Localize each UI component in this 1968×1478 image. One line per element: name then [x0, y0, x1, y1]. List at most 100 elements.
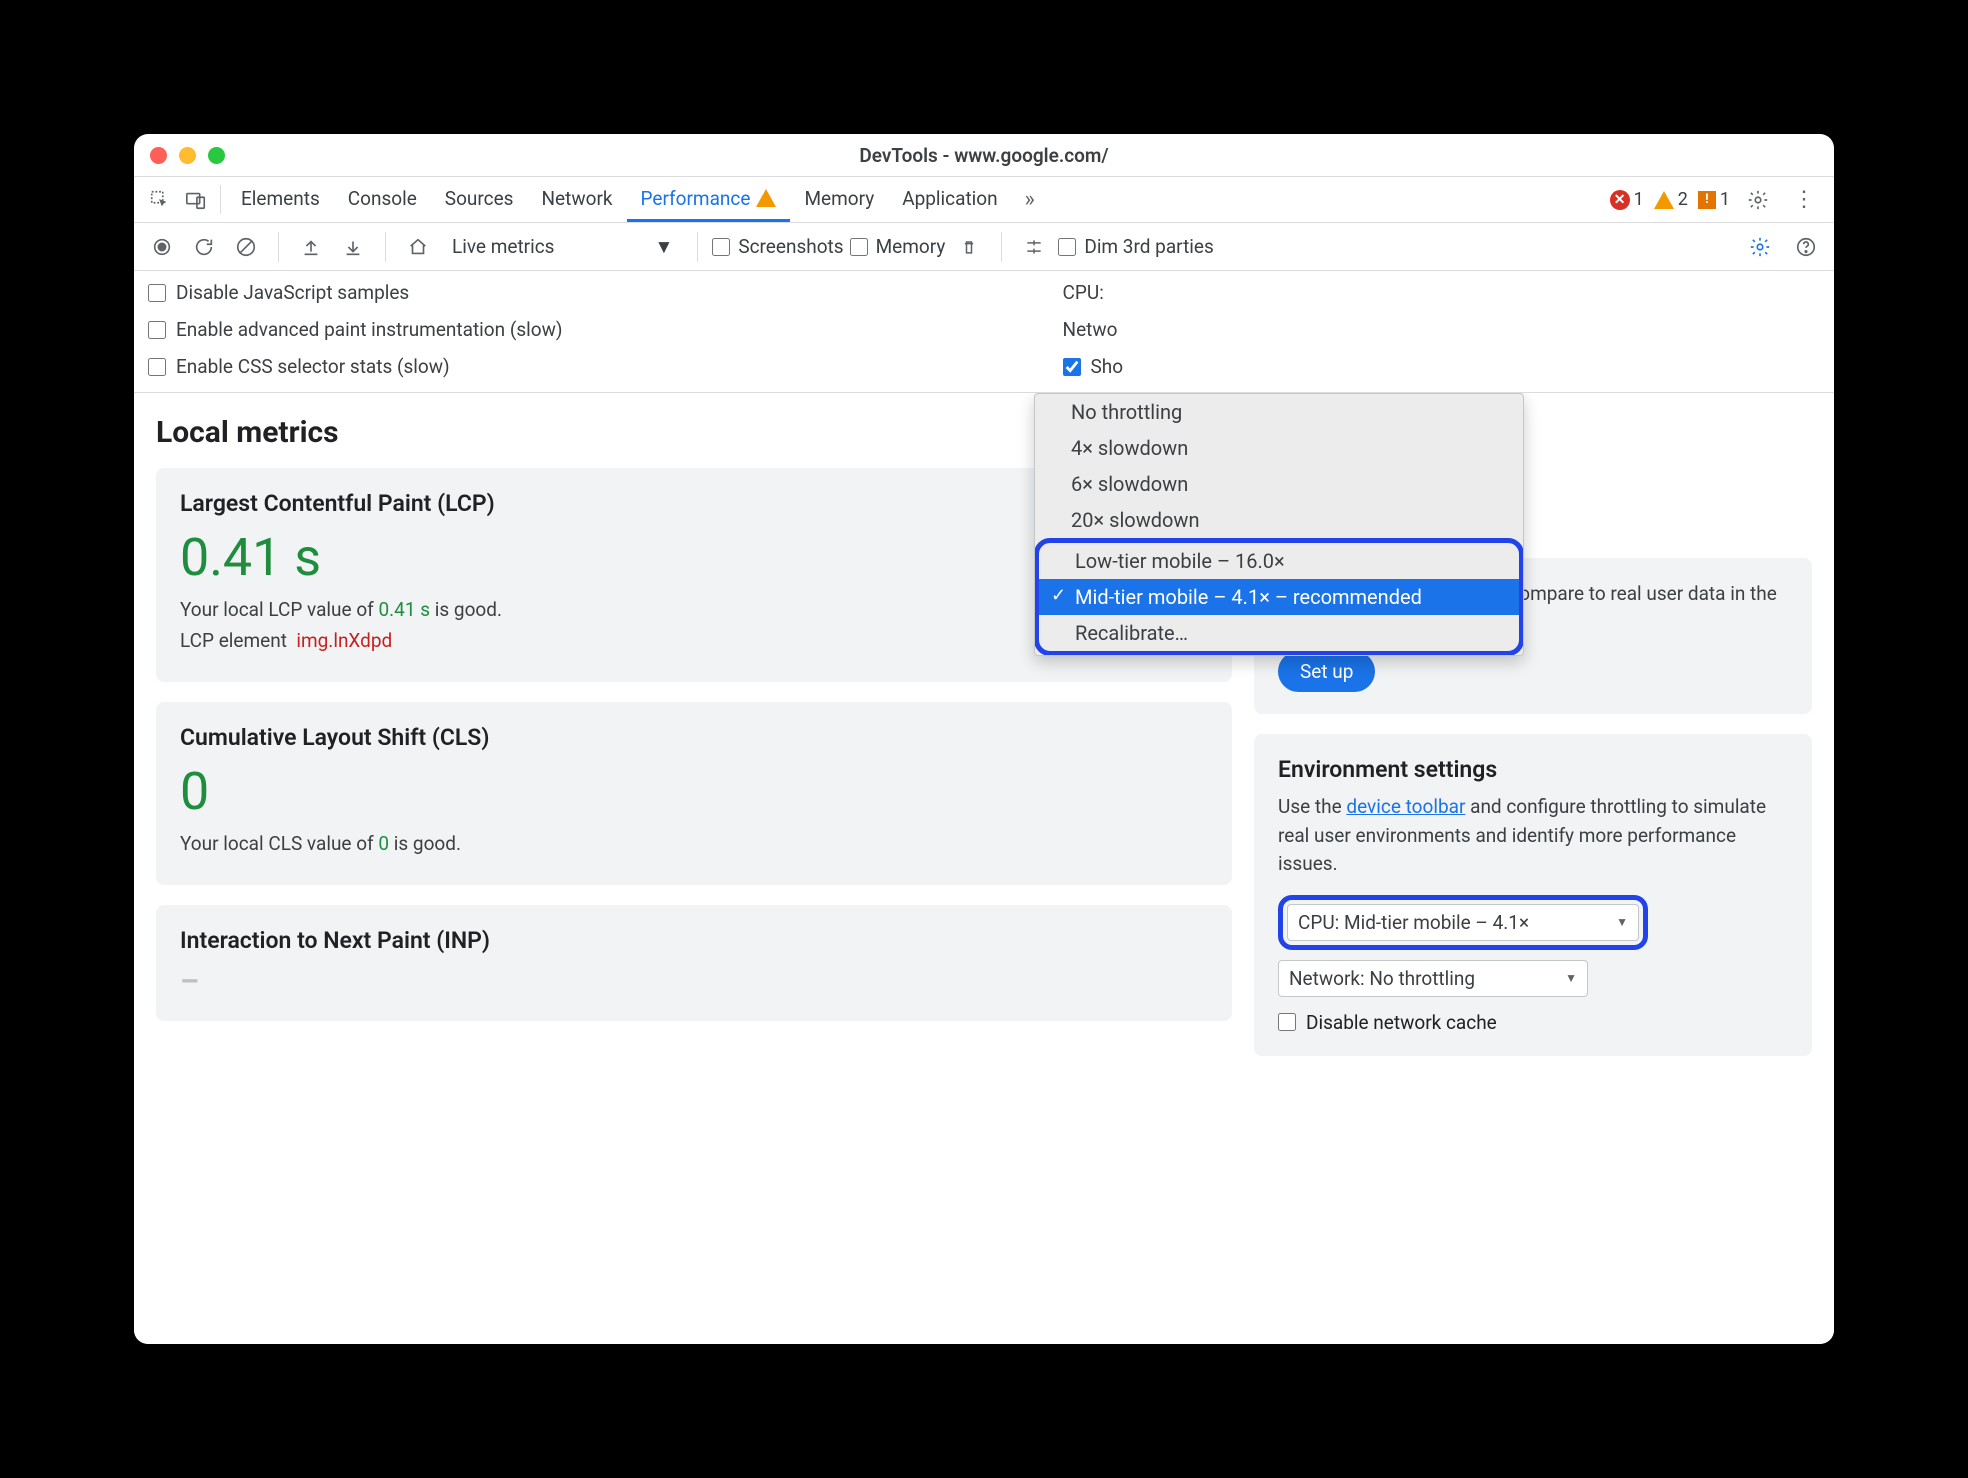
lcp-desc-value: 0.41 s: [378, 598, 430, 621]
setup-button[interactable]: Set up: [1278, 651, 1375, 692]
home-icon[interactable]: [400, 223, 436, 270]
shortcuts-icon[interactable]: [1016, 223, 1052, 270]
tabs-right: ✕ 1 2 ! 1 ⋮: [1610, 177, 1826, 222]
css-stats-input[interactable]: [148, 358, 166, 376]
tab-elements[interactable]: Elements: [227, 177, 334, 222]
environment-settings-card: Environment settings Use the device tool…: [1254, 734, 1812, 1056]
issue-icon: !: [1698, 191, 1716, 209]
warning-icon: [1654, 191, 1674, 209]
capture-settings-gear-icon[interactable]: [1742, 236, 1778, 258]
network-throttling-select[interactable]: Network: No throttling ▼: [1278, 960, 1588, 997]
chevron-down-icon: ▼: [1565, 971, 1577, 985]
traffic-lights: [150, 147, 225, 164]
clear-icon[interactable]: [228, 223, 264, 270]
warning-icon: [756, 189, 776, 207]
dd-6x-slowdown[interactable]: 6× slowdown: [1035, 466, 1523, 502]
inp-title: Interaction to Next Paint (INP): [180, 927, 1208, 954]
dd-low-tier-mobile[interactable]: Low-tier mobile – 16.0×: [1039, 543, 1519, 579]
minimize-window-button[interactable]: [179, 147, 196, 164]
disable-js-input[interactable]: [148, 284, 166, 302]
tab-performance[interactable]: Performance: [627, 177, 791, 222]
memory-input[interactable]: [850, 238, 868, 256]
tab-label: Console: [348, 187, 417, 210]
device-toolbar-icon[interactable]: [178, 177, 214, 222]
close-window-button[interactable]: [150, 147, 167, 164]
cpu-throttling-select[interactable]: CPU: Mid-tier mobile – 4.1× ▼: [1287, 904, 1639, 941]
css-selector-stats-checkbox[interactable]: Enable CSS selector stats (slow): [148, 355, 563, 378]
tab-sources[interactable]: Sources: [431, 177, 528, 222]
tab-application[interactable]: Application: [888, 177, 1011, 222]
env-title: Environment settings: [1278, 756, 1788, 783]
memory-checkbox[interactable]: Memory: [850, 235, 946, 258]
screenshots-input[interactable]: [712, 238, 730, 256]
tabs-row: Elements Console Sources Network Perform…: [134, 177, 1834, 223]
help-icon[interactable]: [1788, 236, 1824, 258]
settings-gear-icon[interactable]: [1740, 177, 1776, 222]
show-option-checkbox[interactable]: Sho: [1063, 355, 1124, 378]
separator: [220, 185, 221, 214]
dim-3rd-parties-checkbox[interactable]: Dim 3rd parties: [1058, 235, 1213, 258]
cpu-select-highlight: CPU: Mid-tier mobile – 4.1× ▼: [1278, 895, 1648, 950]
window-title: DevTools - www.google.com/: [134, 144, 1834, 167]
maximize-window-button[interactable]: [208, 147, 225, 164]
perf-toolbar: Live metrics ▼ Screenshots Memory Dim 3r…: [134, 223, 1834, 271]
cpu-throttle-row: CPU:: [1063, 281, 1124, 304]
network-throttle-row: Netwo: [1063, 318, 1124, 341]
dd-recalibrate[interactable]: Recalibrate…: [1039, 615, 1519, 651]
lcp-element-label: LCP element: [180, 629, 287, 652]
inspect-element-icon[interactable]: [142, 177, 178, 222]
reload-record-icon[interactable]: [186, 223, 222, 270]
titlebar: DevTools - www.google.com/: [134, 134, 1834, 177]
screenshots-checkbox[interactable]: Screenshots: [712, 235, 843, 258]
cpu-select-value: CPU: Mid-tier mobile – 4.1×: [1298, 911, 1529, 934]
upload-profile-icon[interactable]: [293, 223, 329, 270]
dd-4x-slowdown[interactable]: 4× slowdown: [1035, 430, 1523, 466]
tab-label: Elements: [241, 187, 320, 210]
cpu-label: CPU:: [1063, 281, 1104, 304]
gc-icon[interactable]: [951, 223, 987, 270]
dropdown-highlight-ring: Low-tier mobile – 16.0× Mid-tier mobile …: [1034, 538, 1524, 656]
more-tabs-icon[interactable]: »: [1012, 177, 1048, 222]
adv-paint-input[interactable]: [148, 321, 166, 339]
disable-js-samples-checkbox[interactable]: Disable JavaScript samples: [148, 281, 563, 304]
network-label: Netwo: [1063, 318, 1118, 341]
device-toolbar-link[interactable]: device toolbar: [1346, 795, 1465, 818]
history-select[interactable]: Live metrics ▼: [442, 235, 683, 259]
dd-no-throttling[interactable]: No throttling: [1035, 394, 1523, 430]
warning-count[interactable]: 2: [1654, 189, 1688, 210]
tab-label: Application: [902, 187, 997, 210]
issue-count[interactable]: ! 1: [1698, 189, 1730, 210]
network-select-value: Network: No throttling: [1289, 967, 1475, 990]
lcp-desc-post: is good.: [430, 598, 502, 621]
error-count-value: 1: [1634, 189, 1644, 210]
tab-label: Sources: [445, 187, 514, 210]
cls-desc-pre: Your local CLS value of: [180, 832, 378, 855]
dd-20x-slowdown[interactable]: 20× slowdown: [1035, 502, 1523, 538]
disable-network-cache-checkbox[interactable]: Disable network cache: [1278, 1011, 1788, 1034]
devtools-window: DevTools - www.google.com/ Elements Cons…: [134, 134, 1834, 1344]
separator: [278, 232, 279, 262]
dd-mid-tier-mobile[interactable]: Mid-tier mobile – 4.1× – recommended: [1039, 579, 1519, 615]
memory-label: Memory: [876, 235, 946, 258]
advanced-paint-checkbox[interactable]: Enable advanced paint instrumentation (s…: [148, 318, 563, 341]
download-profile-icon[interactable]: [335, 223, 371, 270]
tab-memory[interactable]: Memory: [790, 177, 888, 222]
network-select-wrap: Network: No throttling ▼: [1278, 960, 1588, 997]
record-button-icon[interactable]: [144, 223, 180, 270]
lcp-element-value[interactable]: img.lnXdpd: [296, 629, 392, 652]
show-input[interactable]: [1063, 358, 1081, 376]
disable-cache-input[interactable]: [1278, 1013, 1296, 1031]
dim-3rd-input[interactable]: [1058, 238, 1076, 256]
cpu-throttling-dropdown: No throttling 4× slowdown 6× slowdown 20…: [1034, 393, 1524, 656]
error-count[interactable]: ✕ 1: [1610, 189, 1644, 210]
capture-settings: Disable JavaScript samples Enable advanc…: [134, 271, 1834, 393]
chevron-down-icon: ▼: [1616, 915, 1628, 929]
kebab-menu-icon[interactable]: ⋮: [1786, 177, 1822, 222]
tab-label: Performance: [641, 187, 751, 210]
content: No throttling 4× slowdown 6× slowdown 20…: [134, 393, 1834, 1344]
tab-network[interactable]: Network: [527, 177, 626, 222]
tab-console[interactable]: Console: [334, 177, 431, 222]
chevron-down-icon: ▼: [655, 235, 674, 259]
separator: [1001, 232, 1002, 262]
cls-desc-value: 0: [378, 832, 389, 855]
